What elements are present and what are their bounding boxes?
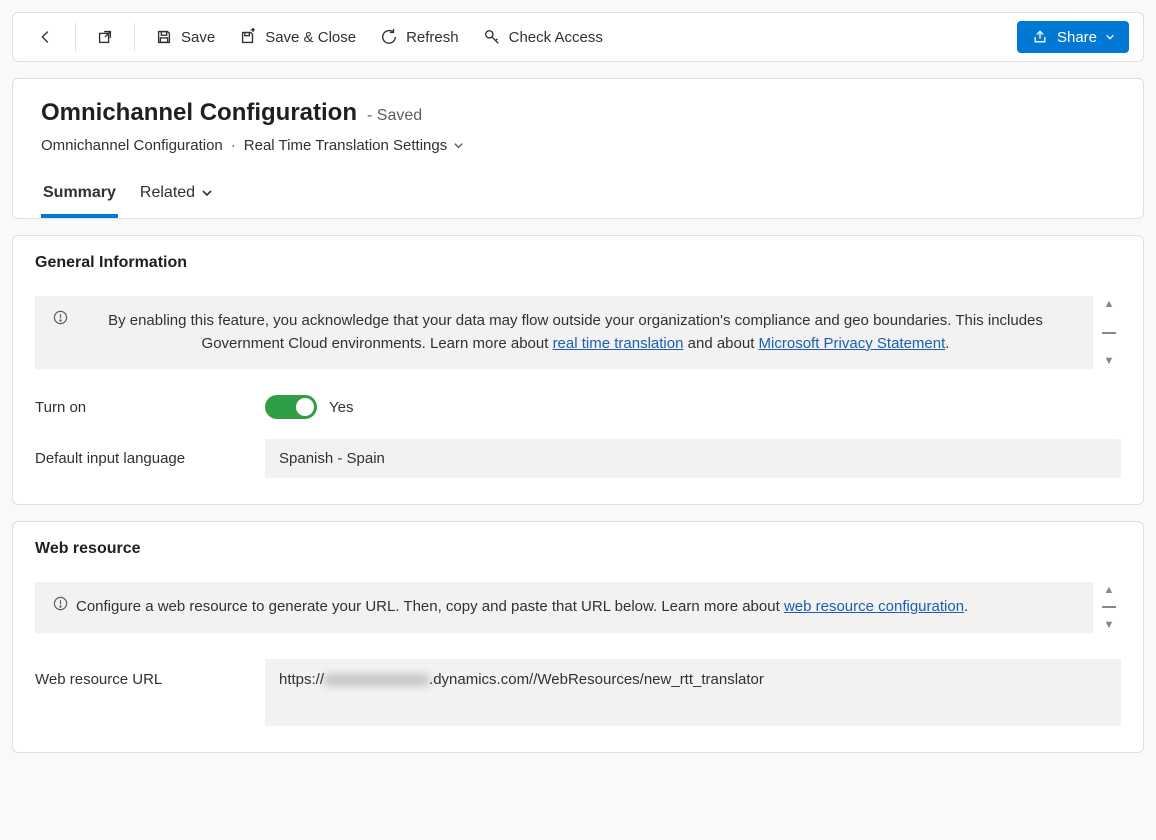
notice-text-2: . <box>964 598 968 615</box>
saved-status: - Saved <box>367 107 422 125</box>
triangle-down-icon: ▼ <box>1104 355 1115 367</box>
link-real-time-translation[interactable]: real time translation <box>553 335 684 352</box>
input-default-language[interactable] <box>265 439 1121 478</box>
divider <box>75 23 76 51</box>
section-title: Web resource <box>35 540 1121 558</box>
toggle-value-label: Yes <box>329 399 353 416</box>
toggle-knob <box>296 398 314 416</box>
command-bar: Save Save & Close Refresh Check Access S… <box>12 12 1144 62</box>
tabs: Summary Related <box>41 176 1115 218</box>
info-icon <box>53 596 68 611</box>
chevron-down-icon <box>453 140 464 151</box>
breadcrumb-leaf: Real Time Translation Settings <box>244 137 447 154</box>
tab-summary[interactable]: Summary <box>41 176 118 218</box>
notice-text-2: and about <box>683 335 758 352</box>
save-button[interactable]: Save <box>145 21 225 53</box>
tab-related[interactable]: Related <box>138 176 215 218</box>
share-label: Share <box>1057 29 1097 46</box>
label-default-language: Default input language <box>35 450 265 467</box>
link-web-resource-config[interactable]: web resource configuration <box>784 598 964 615</box>
notice-text-3: . <box>945 335 949 352</box>
compliance-notice: By enabling this feature, you acknowledg… <box>35 296 1093 369</box>
chevron-down-icon <box>1105 32 1115 42</box>
page-title: Omnichannel Configuration <box>41 99 357 127</box>
scroll-indicator[interactable]: ▲ ▼ <box>1101 582 1117 633</box>
refresh-label: Refresh <box>406 29 459 46</box>
url-redacted: xxxxxxxxxxxxxx <box>324 671 429 688</box>
info-icon <box>53 310 68 325</box>
input-web-resource-url[interactable]: https://xxxxxxxxxxxxxx.dynamics.com//Web… <box>265 659 1121 726</box>
web-resource-notice: Configure a web resource to generate you… <box>35 582 1093 633</box>
refresh-button[interactable]: Refresh <box>370 21 469 53</box>
back-button[interactable] <box>27 21 65 53</box>
notice-text-1: Configure a web resource to generate you… <box>76 598 784 615</box>
url-suffix: .dynamics.com//WebResources/new_rtt_tran… <box>429 671 764 688</box>
url-prefix: https:// <box>279 671 324 688</box>
breadcrumb: Omnichannel Configuration · Real Time Tr… <box>41 137 1115 154</box>
section-general-information: General Information By enabling this fea… <box>12 235 1144 505</box>
save-icon <box>155 28 173 46</box>
scroll-indicator[interactable]: ▲ ▼ <box>1101 296 1117 369</box>
popout-icon <box>96 28 114 46</box>
key-icon <box>483 28 501 46</box>
share-icon <box>1031 28 1049 46</box>
refresh-icon <box>380 28 398 46</box>
divider <box>134 23 135 51</box>
link-privacy-statement[interactable]: Microsoft Privacy Statement <box>759 335 946 352</box>
save-close-button[interactable]: Save & Close <box>229 21 366 53</box>
check-access-label: Check Access <box>509 29 603 46</box>
chevron-down-icon <box>201 187 213 199</box>
save-close-label: Save & Close <box>265 29 356 46</box>
share-button[interactable]: Share <box>1017 21 1129 53</box>
breadcrumb-dropdown[interactable]: Real Time Translation Settings <box>244 137 464 154</box>
save-close-icon <box>239 28 257 46</box>
breadcrumb-root: Omnichannel Configuration <box>41 137 223 154</box>
breadcrumb-separator: · <box>231 137 236 154</box>
scroll-handle <box>1102 332 1116 334</box>
toggle-turn-on[interactable] <box>265 395 317 419</box>
popout-button[interactable] <box>86 21 124 53</box>
arrow-left-icon <box>37 28 55 46</box>
check-access-button[interactable]: Check Access <box>473 21 613 53</box>
section-title: General Information <box>35 254 1121 272</box>
label-web-resource-url: Web resource URL <box>35 659 265 688</box>
save-label: Save <box>181 29 215 46</box>
label-turn-on: Turn on <box>35 399 265 416</box>
triangle-up-icon: ▲ <box>1104 298 1115 310</box>
record-header-card: Omnichannel Configuration - Saved Omnich… <box>12 78 1144 219</box>
scroll-handle <box>1102 606 1116 608</box>
triangle-down-icon: ▼ <box>1104 619 1115 631</box>
section-web-resource: Web resource Configure a web resource to… <box>12 521 1144 753</box>
triangle-up-icon: ▲ <box>1104 584 1115 596</box>
